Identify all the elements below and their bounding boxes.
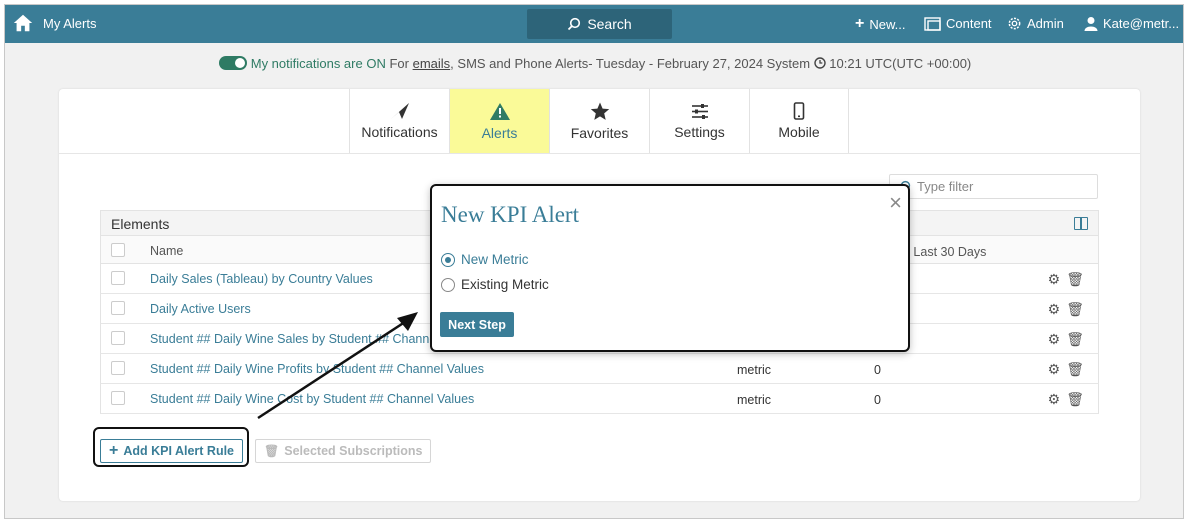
element-type: metric: [737, 393, 772, 407]
column-name[interactable]: Name: [150, 244, 183, 258]
gear-icon: [1008, 17, 1021, 30]
notification-status-bar: My notifications are ON For emails, SMS …: [5, 56, 1183, 71]
mobile-icon: [793, 102, 805, 120]
existing-metric-radio[interactable]: [441, 277, 455, 292]
column-count[interactable]: n Last 30 Days: [903, 245, 986, 259]
element-type: metric: [737, 363, 772, 377]
tabs-divider: [59, 153, 1140, 154]
selected-subs-label: Selected Subscriptions: [284, 444, 423, 458]
gear-icon[interactable]: ⚙: [1048, 391, 1061, 408]
star-icon: [590, 102, 609, 120]
warning-icon: [489, 102, 510, 120]
tab-mobile[interactable]: Mobile: [749, 89, 849, 153]
trash-icon[interactable]: 🗑: [1066, 361, 1084, 378]
app-window: My Alerts Search + New... Content Admin …: [4, 4, 1184, 519]
trash-icon[interactable]: 🗑: [1066, 301, 1084, 318]
table-row: Student ## Daily Wine Cost by Student ##…: [100, 384, 1099, 414]
gear-icon[interactable]: ⚙: [1048, 361, 1061, 378]
notifications-toggle[interactable]: [218, 56, 247, 70]
paper-plane-icon: [390, 103, 409, 119]
modal-title: New KPI Alert: [441, 202, 579, 227]
plus-icon: +: [855, 15, 865, 32]
new-metric-option[interactable]: New Metric: [441, 252, 529, 267]
user-icon: [1084, 17, 1098, 31]
clock-icon: [813, 57, 826, 69]
callout-highlight: [93, 427, 249, 467]
content-menu[interactable]: Content: [924, 16, 992, 31]
table-row: Student ## Daily Wine Profits by Student…: [100, 354, 1099, 384]
admin-menu[interactable]: Admin: [1007, 16, 1064, 31]
element-name-link[interactable]: Student ## Daily Wine Sales by Student #…: [150, 332, 436, 346]
element-count: 0: [874, 363, 881, 377]
selected-subscriptions-button[interactable]: 🗑 Selected Subscriptions: [255, 439, 432, 463]
emails-link[interactable]: emails: [413, 56, 451, 71]
columns-icon[interactable]: [1074, 217, 1088, 230]
user-label: Kate@metr...: [1103, 16, 1180, 31]
element-name-link[interactable]: Daily Sales (Tableau) by Country Values: [150, 272, 373, 286]
new-kpi-alert-modal: New KPI Alert × New Metric Existing Metr…: [430, 184, 910, 352]
filter-placeholder: Type filter: [917, 179, 974, 194]
trash-icon: 🗑: [264, 444, 280, 458]
search-icon: [568, 17, 581, 31]
element-name-link[interactable]: Student ## Daily Wine Cost by Student ##…: [150, 392, 474, 406]
folder-icon: [924, 16, 941, 31]
system-time-text: 10:21 UTC(UTC +00:00): [829, 56, 972, 71]
alerts-date-text: , SMS and Phone Alerts- Tuesday - Februa…: [450, 56, 811, 71]
for-text: For: [389, 56, 409, 71]
tab-bar: Notifications Alerts Favorites Settings …: [349, 89, 849, 153]
content-label: Content: [946, 16, 992, 31]
new-label: New...: [869, 16, 906, 32]
row-checkbox[interactable]: [111, 361, 125, 375]
trash-icon[interactable]: 🗑: [1066, 331, 1084, 348]
element-name-link[interactable]: Student ## Daily Wine Profits by Student…: [150, 362, 484, 376]
type-filter-input[interactable]: Type filter: [889, 174, 1098, 199]
search-button[interactable]: Search: [527, 9, 672, 39]
trash-icon[interactable]: 🗑: [1066, 391, 1084, 408]
tab-alerts[interactable]: Alerts: [449, 89, 549, 153]
existing-metric-label: Existing Metric: [461, 277, 549, 292]
tab-favorites[interactable]: Favorites: [549, 89, 649, 153]
admin-label: Admin: [1027, 16, 1064, 31]
search-label: Search: [587, 16, 632, 32]
trash-icon[interactable]: 🗑: [1066, 271, 1084, 288]
row-checkbox[interactable]: [111, 271, 125, 285]
next-step-button[interactable]: Next Step: [440, 312, 514, 337]
sliders-icon: [691, 103, 708, 119]
tab-label: Alerts: [481, 124, 518, 141]
table-title: Elements: [111, 216, 170, 232]
row-checkbox[interactable]: [111, 301, 125, 315]
notification-status-text: My notifications are ON: [250, 56, 386, 71]
new-metric-radio[interactable]: [441, 252, 455, 267]
app-title: My Alerts: [43, 16, 97, 31]
row-checkbox[interactable]: [111, 391, 125, 405]
new-menu[interactable]: + New...: [855, 16, 905, 32]
element-name-link[interactable]: Daily Active Users: [150, 302, 251, 316]
tab-label: Mobile: [778, 124, 820, 140]
top-navbar: My Alerts Search + New... Content Admin …: [5, 5, 1183, 43]
tab-label: Favorites: [570, 124, 629, 141]
tab-label: Notifications: [361, 124, 438, 140]
new-metric-label: New Metric: [461, 252, 529, 267]
tab-label: Settings: [674, 123, 725, 140]
gear-icon[interactable]: ⚙: [1048, 271, 1061, 288]
home-icon[interactable]: [12, 12, 34, 34]
row-checkbox[interactable]: [111, 331, 125, 345]
gear-icon[interactable]: ⚙: [1048, 331, 1061, 348]
user-menu[interactable]: Kate@metr...: [1084, 16, 1179, 31]
select-all-checkbox[interactable]: [111, 243, 125, 257]
element-count: 0: [874, 393, 881, 407]
close-icon[interactable]: ×: [889, 192, 902, 214]
existing-metric-option[interactable]: Existing Metric: [441, 277, 549, 292]
tab-notifications[interactable]: Notifications: [349, 89, 449, 153]
tab-settings[interactable]: Settings: [649, 89, 749, 153]
gear-icon[interactable]: ⚙: [1048, 301, 1061, 318]
